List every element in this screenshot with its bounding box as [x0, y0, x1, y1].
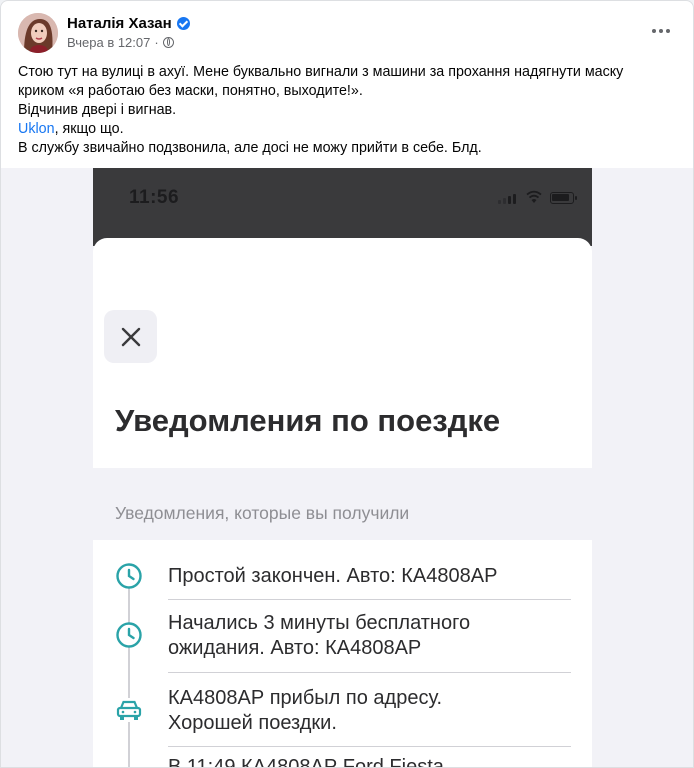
notification-text: КА4808АР прибыл по адресу. — [168, 687, 443, 709]
clock-icon — [116, 622, 142, 648]
list-item: Простой закончен. Авто: КА4808АР — [93, 540, 592, 600]
wifi-icon — [526, 190, 542, 203]
notifications-sheet: Уведомления по поездке — [93, 238, 592, 468]
notification-text: Хорошей поездки. — [168, 712, 337, 734]
facebook-post: Наталія Хазан Вчера в 12:07 · Стою тут н… — [0, 0, 694, 768]
battery-icon — [550, 192, 577, 204]
verified-badge-icon — [176, 17, 190, 30]
more-options-button[interactable] — [646, 19, 676, 43]
uklon-link[interactable]: Uklon — [18, 121, 55, 137]
notifications-list: Простой закончен. Авто: КА4808АР Началис… — [93, 540, 592, 768]
post-photo[interactable]: 11:56 Уведомления по поездке Уведомления… — [1, 168, 693, 768]
post-line: В службу звичайно подзвонила, але досі н… — [18, 140, 482, 156]
list-item: КА4808АР прибыл по адресу. Хорошей поезд… — [93, 673, 592, 747]
notification-text: Начались 3 минуты бесплатного — [168, 612, 471, 634]
post-text: Стою тут на вулиці в ахуї. Мене буквальн… — [18, 63, 678, 158]
list-item: Начались 3 минуты бесплатного ожидания. … — [93, 600, 592, 673]
avatar[interactable] — [18, 13, 58, 53]
clock-icon — [116, 563, 142, 589]
link-suffix: , якщо що. — [54, 121, 124, 137]
post-line-link: Uklon, якщо що. — [18, 120, 678, 139]
meta-separator: · — [154, 35, 159, 50]
post-line: Відчинив двері і вигнав. — [18, 102, 177, 118]
post-timestamp[interactable]: Вчера в 12:07 — [67, 35, 150, 50]
signal-icon — [498, 194, 516, 204]
notification-text: Простой закончен. Авто: КА4808АР — [168, 565, 498, 587]
phone-screenshot: 11:56 Уведомления по поездке Уведомления… — [93, 168, 592, 768]
list-item: В 11:49 КА4808АР Ford Fiesta — [93, 747, 592, 768]
post-line: Стою тут на вулиці в ахуї. Мене буквальн… — [18, 64, 624, 80]
notification-text: В 11:49 КА4808АР Ford Fiesta — [168, 756, 444, 768]
notification-text: ожидания. Авто: КА4808АР — [168, 637, 422, 659]
status-time: 11:56 — [129, 187, 180, 208]
car-icon — [115, 698, 143, 722]
sheet-title: Уведомления по поездке — [115, 403, 501, 438]
status-bar: 11:56 — [93, 168, 592, 246]
author-name[interactable]: Наталія Хазан — [67, 15, 172, 32]
close-button[interactable] — [104, 310, 157, 363]
post-line: криком «я работаю без маски, понятно, вы… — [18, 83, 363, 99]
globe-icon[interactable] — [162, 37, 174, 48]
section-label: Уведомления, которые вы получили — [115, 503, 410, 523]
post-header: Наталія Хазан Вчера в 12:07 · — [18, 13, 676, 55]
close-icon — [121, 327, 140, 346]
ellipsis-icon — [652, 29, 656, 33]
